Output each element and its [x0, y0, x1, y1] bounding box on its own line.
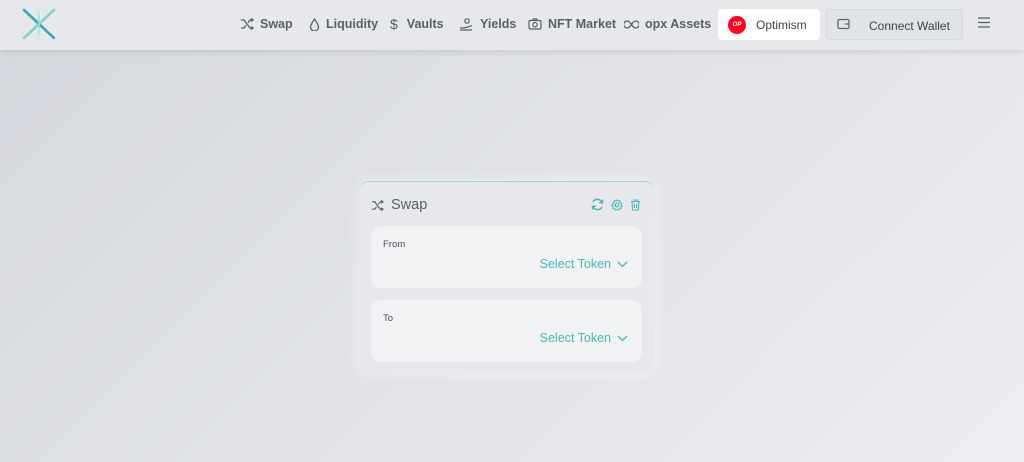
- nav-liquidity[interactable]: Liquidity: [309, 14, 378, 34]
- top-navbar: Swap Liquidity $ Vaults Yields NFT Marke…: [0, 0, 1024, 50]
- camera-icon: [528, 18, 542, 30]
- dollar-icon: $: [390, 16, 398, 32]
- trash-icon[interactable]: [630, 198, 641, 211]
- nav-vaults-label: Vaults: [406, 17, 444, 31]
- settings-icon[interactable]: [611, 198, 623, 211]
- x-logo-icon[interactable]: [22, 8, 56, 40]
- from-token-panel: From Select Token: [371, 226, 642, 288]
- hamburger-icon[interactable]: [977, 17, 991, 28]
- connect-wallet-label: Connect Wallet: [869, 19, 950, 33]
- connect-wallet-button[interactable]: Connect Wallet: [826, 9, 963, 40]
- nav-nft-market-label: NFT Market: [548, 17, 617, 31]
- infinity-icon: [624, 19, 639, 29]
- droplet-icon: [309, 17, 320, 31]
- chevron-down-icon: [617, 335, 628, 341]
- to-select-token-label: Select Token: [539, 331, 611, 345]
- from-select-token-label: Select Token: [539, 257, 611, 271]
- swap-card-actions: [591, 198, 641, 211]
- nav-vaults[interactable]: $ Vaults: [390, 14, 444, 34]
- network-selector-button[interactable]: OP Optimism: [718, 9, 820, 40]
- from-label: From: [383, 239, 406, 250]
- from-select-token-button[interactable]: Select Token: [540, 257, 628, 271]
- swap-card: Swap From Select Token To Select Token: [359, 181, 655, 373]
- nav-swap-label: Swap: [260, 17, 293, 31]
- to-select-token-button[interactable]: Select Token: [540, 331, 628, 345]
- nav-opx-assets[interactable]: opx Assets: [624, 14, 711, 34]
- nav-liquidity-label: Liquidity: [326, 17, 379, 31]
- nav-swap[interactable]: Swap: [240, 14, 293, 34]
- chevron-down-icon: [617, 261, 628, 267]
- to-token-panel: To Select Token: [371, 300, 642, 362]
- wallet-icon: [837, 18, 850, 30]
- swap-card-header: Swap: [371, 197, 427, 213]
- nav-yields[interactable]: Yields: [459, 14, 516, 34]
- hand-coin-icon: [460, 17, 473, 31]
- nav-nft-market[interactable]: NFT Market: [528, 14, 616, 34]
- nav-yields-label: Yields: [480, 17, 517, 31]
- to-label: To: [383, 313, 394, 324]
- shuffle-icon: [372, 199, 384, 211]
- swap-card-title: Swap: [391, 197, 428, 213]
- shuffle-icon: [241, 18, 254, 30]
- nav-opx-assets-label: opx Assets: [645, 17, 712, 31]
- network-label: Optimism: [756, 18, 807, 32]
- optimism-logo-icon: OP: [728, 16, 746, 34]
- refresh-icon[interactable]: [591, 198, 604, 211]
